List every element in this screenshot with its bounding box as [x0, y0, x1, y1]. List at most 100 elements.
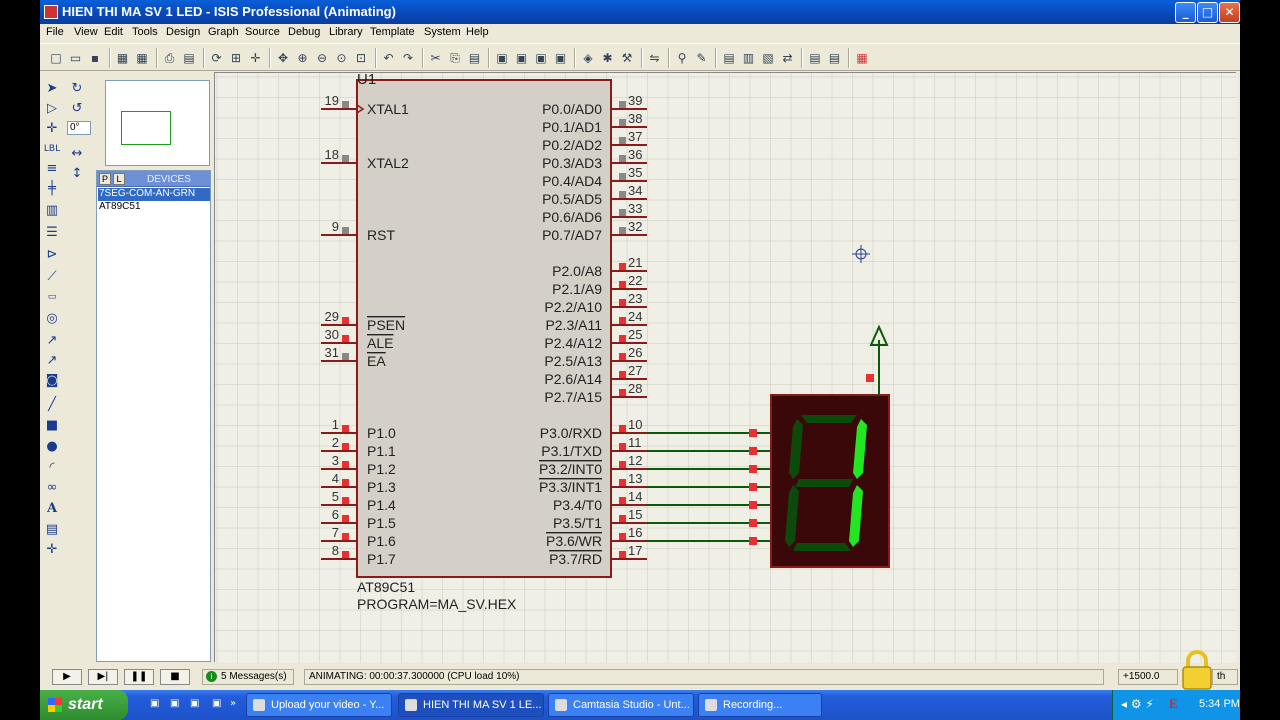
menu-tools[interactable]: Tools — [132, 26, 158, 38]
decompose-icon[interactable]: ⚒ — [619, 50, 635, 66]
menu-template[interactable]: Template — [370, 26, 415, 38]
menu-view[interactable]: View — [74, 26, 98, 38]
rotate-clockwise-icon[interactable]: ↻ — [67, 80, 87, 98]
device-list-item[interactable]: AT89C51 — [98, 201, 210, 214]
pan-icon[interactable]: ✥ — [275, 50, 291, 66]
task-button[interactable]: Recording... — [698, 693, 822, 717]
new-file-icon[interactable]: □ — [48, 50, 64, 66]
erc-icon[interactable]: ▤ — [827, 50, 843, 66]
virtual-instrument-icon[interactable]: ◙ — [42, 372, 62, 390]
word-launch-icon[interactable]: ▣ — [212, 698, 221, 709]
paste-icon[interactable]: ▤ — [467, 50, 483, 66]
undo-icon[interactable]: ↶ — [381, 50, 397, 66]
menu-graph[interactable]: Graph — [208, 26, 239, 38]
path-tool-icon[interactable]: ∞ — [42, 479, 62, 497]
current-probe-icon[interactable]: ↗ — [42, 352, 62, 370]
task-button[interactable]: Camtasia Studio - Unt... — [548, 693, 694, 717]
grid-icon[interactable]: ⊞ — [228, 50, 244, 66]
step-button[interactable]: ▶| — [88, 669, 118, 685]
box-tool-icon[interactable]: ■ — [42, 417, 62, 435]
library-manager-button[interactable]: L — [113, 173, 125, 185]
menu-edit[interactable]: Edit — [104, 26, 123, 38]
start-button[interactable]: start — [40, 690, 128, 720]
zoom-area-icon[interactable]: ⊡ — [353, 50, 369, 66]
task-button[interactable]: Upload your video - Y... — [246, 693, 392, 717]
print-icon[interactable]: ⎙ — [162, 50, 178, 66]
redo-icon[interactable]: ↷ — [400, 50, 416, 66]
cut-icon[interactable]: ✂ — [428, 50, 444, 66]
isis-launch-icon[interactable]: ▣ — [150, 698, 159, 709]
title-bar[interactable]: HIEN THI MA SV 1 LED - ISIS Professional… — [40, 0, 1240, 24]
origin-icon[interactable]: ✛ — [248, 50, 264, 66]
launch-icon[interactable]: ▣ — [170, 698, 179, 709]
menu-design[interactable]: Design — [166, 26, 200, 38]
property-tool-icon[interactable]: ✎ — [694, 50, 710, 66]
launch-icon[interactable]: ▣ — [190, 698, 199, 709]
maximize-button[interactable]: □ — [1197, 2, 1218, 23]
menu-source[interactable]: Source — [245, 26, 280, 38]
print-area-icon[interactable]: ▤ — [181, 50, 197, 66]
ares-netlist-icon[interactable]: ▦ — [854, 50, 870, 66]
pick-devices-button[interactable]: P — [99, 173, 111, 185]
tape-recorder-icon[interactable]: ▭ — [42, 288, 62, 306]
text-tool-icon[interactable]: A — [42, 500, 62, 518]
rotation-field[interactable]: 0° — [67, 121, 91, 135]
circle-tool-icon[interactable]: ● — [42, 438, 62, 456]
goto-sheet-icon[interactable]: ⇄ — [780, 50, 796, 66]
pause-button[interactable]: ❚❚ — [124, 669, 154, 685]
new-sheet-icon[interactable]: ▥ — [741, 50, 757, 66]
junction-dot-icon[interactable]: ✛ — [42, 120, 62, 138]
voltage-probe-icon[interactable]: ↗ — [42, 332, 62, 350]
messages-box[interactable]: i 5 Messages(s) — [202, 669, 294, 685]
marker-tool-icon[interactable]: ✛ — [42, 541, 62, 559]
design-explorer-icon[interactable]: ▤ — [721, 50, 737, 66]
tray-app-icon[interactable]: E — [1169, 696, 1178, 712]
text-script-icon[interactable]: ≡ — [42, 160, 62, 178]
close-button[interactable]: ✕ — [1219, 2, 1240, 23]
zoom-out-icon[interactable]: ⊖ — [314, 50, 330, 66]
remove-sheet-icon[interactable]: ▧ — [760, 50, 776, 66]
symbol-tool-icon[interactable]: ▤ — [42, 521, 62, 539]
stop-button[interactable]: ■ — [160, 669, 190, 685]
rotate-anticlockwise-icon[interactable]: ↺ — [67, 100, 87, 118]
zoom-all-icon[interactable]: ⊙ — [334, 50, 350, 66]
search-icon[interactable]: ⚲ — [674, 50, 690, 66]
tray-icons[interactable]: ◂ ⚙ ⚡ — [1121, 697, 1154, 711]
overview-window[interactable] — [105, 80, 210, 166]
refresh-icon[interactable]: ⟳ — [209, 50, 225, 66]
block-copy-icon[interactable]: ▣ — [494, 50, 510, 66]
pick-device-icon[interactable]: ◈ — [580, 50, 596, 66]
save-icon[interactable]: ▪ — [87, 50, 103, 66]
menu-file[interactable]: File — [46, 26, 64, 38]
import-icon[interactable]: ▦ — [115, 50, 131, 66]
minimize-button[interactable]: _ — [1175, 2, 1196, 23]
menu-library[interactable]: Library — [329, 26, 363, 38]
block-rotate-icon[interactable]: ▣ — [533, 50, 549, 66]
wire-label-icon[interactable]: LBL — [42, 140, 62, 158]
chevron-right-icon[interactable]: » — [230, 698, 236, 709]
generator-icon[interactable]: ◎ — [42, 310, 62, 328]
bom-icon[interactable]: ▤ — [807, 50, 823, 66]
make-device-icon[interactable]: ✱ — [600, 50, 616, 66]
bus-icon[interactable]: ╪ — [42, 180, 62, 198]
arc-tool-icon[interactable]: ◜ — [42, 459, 62, 477]
task-button[interactable]: HIEN THI MA SV 1 LE... — [398, 693, 544, 717]
subcircuit-icon[interactable]: ▥ — [42, 202, 62, 220]
zoom-in-icon[interactable]: ⊕ — [295, 50, 311, 66]
menu-system[interactable]: System — [424, 26, 461, 38]
mirror-vertical-icon[interactable]: ↕ — [67, 165, 87, 183]
schematic-canvas[interactable]: U1 AT89C51 PROGRAM=MA_SV.HEX 19 XTAL1 18 XTAL2… — [214, 71, 1237, 663]
menu-help[interactable]: Help — [466, 26, 489, 38]
graph-icon[interactable]: ⟋ — [42, 268, 62, 286]
component-mode-icon[interactable]: ▷ — [42, 100, 62, 118]
terminal-icon[interactable]: ☰ — [42, 224, 62, 242]
block-delete-icon[interactable]: ▣ — [553, 50, 569, 66]
mirror-horizontal-icon[interactable]: ↔ — [67, 145, 87, 163]
export-icon[interactable]: ▦ — [134, 50, 150, 66]
device-list-item[interactable]: 7SEG-COM-AN-GRN — [98, 188, 210, 201]
select-arrow-icon[interactable]: ➤ — [42, 80, 62, 98]
block-move-icon[interactable]: ▣ — [514, 50, 530, 66]
line-tool-icon[interactable]: ╱ — [42, 396, 62, 414]
open-file-icon[interactable]: ▭ — [68, 50, 84, 66]
device-pin-icon[interactable]: ⊳ — [42, 246, 62, 264]
